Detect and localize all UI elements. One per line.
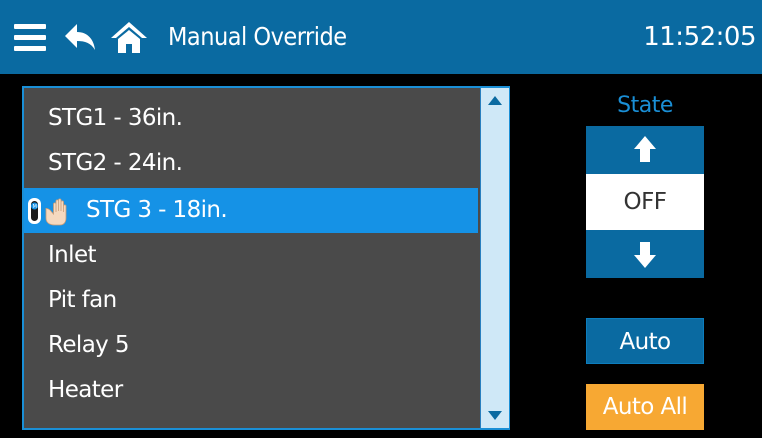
list-item-label: Relay 5 — [48, 332, 130, 358]
page-title: Manual Override — [168, 22, 347, 51]
manual-mode-icon: M — [28, 198, 41, 224]
state-down-button[interactable] — [586, 230, 704, 278]
list-item-label: Inlet — [48, 242, 97, 268]
list-item[interactable]: STG2 - 24in. — [24, 141, 478, 186]
home-icon[interactable] — [109, 20, 149, 59]
list-item[interactable]: Inlet — [24, 233, 478, 278]
list-item-label: Pit fan — [48, 287, 117, 313]
arrow-down-icon — [634, 242, 656, 268]
hand-icon — [45, 198, 67, 226]
state-selector: OFF — [586, 126, 704, 278]
list-item[interactable]: Relay 5 — [24, 323, 478, 368]
list-item-label: Heater — [48, 377, 123, 403]
list-item[interactable]: Pit fan — [24, 278, 478, 323]
state-up-button[interactable] — [586, 126, 704, 174]
scroll-up-icon[interactable] — [481, 92, 509, 108]
svg-text:M: M — [33, 204, 37, 210]
back-arrow-icon[interactable] — [63, 22, 97, 57]
scroll-down-icon[interactable] — [481, 408, 509, 424]
list-item-label: STG1 - 36in. — [48, 105, 183, 131]
output-list: STG1 - 36in. STG2 - 24in. M STG 3 - 18in… — [22, 86, 510, 430]
state-value: OFF — [586, 174, 704, 230]
menu-icon[interactable] — [14, 24, 46, 57]
output-list-body: STG1 - 36in. STG2 - 24in. M STG 3 - 18in… — [24, 88, 478, 428]
state-label: State — [617, 93, 673, 118]
list-item-label: STG2 - 24in. — [48, 150, 183, 176]
selected-item-icons: M — [26, 196, 82, 226]
list-item-selected[interactable]: M STG 3 - 18in. — [24, 188, 478, 233]
list-item-label: STG 3 - 18in. — [86, 197, 228, 223]
auto-button[interactable]: Auto — [586, 318, 704, 364]
auto-all-button[interactable]: Auto All — [586, 384, 704, 430]
arrow-up-icon — [634, 136, 656, 162]
list-item[interactable]: STG1 - 36in. — [24, 96, 478, 141]
list-scrollbar[interactable] — [480, 88, 509, 428]
clock: 11:52:05 — [643, 22, 756, 52]
header-bar: Manual Override 11:52:05 — [0, 0, 762, 74]
list-item[interactable]: Heater — [24, 368, 478, 413]
